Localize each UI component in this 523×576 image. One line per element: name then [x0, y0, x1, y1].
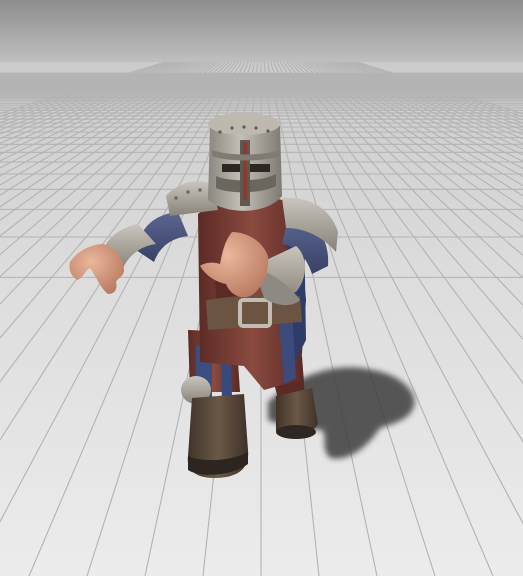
scene-canvas[interactable]	[0, 0, 523, 576]
great-helm-icon	[208, 113, 282, 211]
3d-viewport[interactable]	[0, 0, 523, 576]
sky-backdrop	[0, 0, 523, 70]
